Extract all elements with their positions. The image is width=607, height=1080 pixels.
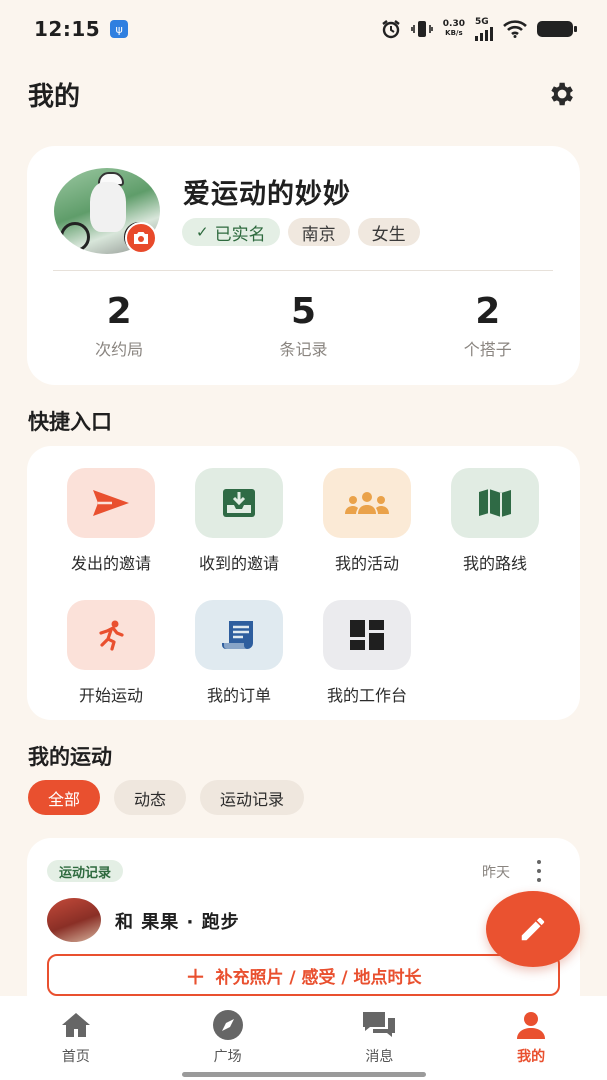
more-options-icon[interactable] (534, 860, 544, 882)
tab-square[interactable]: 广场 (152, 1010, 304, 1080)
quick-my-orders[interactable]: 我的订单 (175, 600, 303, 706)
verified-badge: ✓ 已实名 (182, 218, 280, 246)
stat-meetups[interactable]: 2 次约局 (27, 292, 211, 360)
settings-button[interactable] (543, 76, 579, 112)
vibrate-icon (410, 21, 433, 37)
quick-my-activities[interactable]: 我的活动 (303, 468, 431, 574)
dashboard-icon (323, 600, 411, 670)
filter-moments[interactable]: 动态 (114, 780, 187, 815)
quick-my-workbench[interactable]: 我的工作台 (303, 600, 431, 706)
page-title: 我的 (28, 81, 81, 112)
bottom-tabbar: 首页 广场 消息 我的 (0, 996, 607, 1080)
stat-records[interactable]: 5 条记录 (211, 292, 395, 360)
signal-bars-icon (475, 27, 493, 41)
profile-card: 爱运动的妙妙 ✓ 已实名 南京 女生 2 次约局 5 条记录 2 个搭子 (27, 146, 580, 385)
quick-my-routes[interactable]: 我的路线 (431, 468, 559, 574)
map-icon (451, 468, 539, 538)
compose-fab[interactable] (486, 891, 580, 967)
change-avatar-button[interactable] (125, 222, 157, 254)
tab-messages[interactable]: 消息 (304, 1010, 456, 1080)
quick-entry-title: 快捷入口 (28, 410, 112, 434)
quick-start-sport[interactable]: 开始运动 (47, 600, 175, 706)
filter-records[interactable]: 运动记录 (200, 780, 305, 815)
alarm-icon (382, 20, 400, 39)
chat-icon (304, 1010, 456, 1040)
profile-stats: 2 次约局 5 条记录 2 个搭子 (27, 292, 580, 360)
wifi-icon (503, 20, 527, 38)
record-title: 和 果果 · 跑步 (115, 912, 240, 933)
stat-buddies[interactable]: 2 个搭子 (396, 292, 580, 360)
check-icon: ✓ (196, 223, 209, 241)
status-time: 12:15 (34, 17, 101, 41)
tab-home[interactable]: 首页 (0, 1010, 152, 1080)
battery-icon (537, 21, 577, 37)
send-icon (67, 468, 155, 538)
gear-icon (551, 82, 573, 106)
record-type-badge: 运动记录 (47, 860, 124, 882)
quick-received-invites[interactable]: 收到的邀请 (175, 468, 303, 574)
divider (53, 270, 553, 271)
nickname: 爱运动的妙妙 (183, 179, 351, 210)
home-indicator (182, 1072, 426, 1077)
inbox-icon (195, 468, 283, 538)
run-icon (67, 600, 155, 670)
record-avatar[interactable] (47, 898, 101, 942)
home-icon (0, 1010, 152, 1040)
sport-filters: 全部 动态 运动记录 (28, 780, 305, 815)
cell-signal: 5G (475, 17, 493, 41)
filter-all[interactable]: 全部 (28, 780, 101, 815)
city-tag: 南京 (287, 218, 350, 246)
pencil-icon (521, 917, 545, 941)
quick-entry-card: 发出的邀请 收到的邀请 我的活动 我的路线 开始运动 我的订单 我的工作台 (27, 446, 580, 720)
record-time: 昨天 (482, 865, 510, 881)
status-indicators: 0.30 KB/s 5G (381, 17, 577, 41)
person-icon (455, 1010, 607, 1040)
group-icon (323, 468, 411, 538)
quick-sent-invites[interactable]: 发出的邀请 (47, 468, 175, 574)
my-sports-title: 我的运动 (28, 745, 112, 769)
usb-icon: ψ (110, 20, 129, 38)
compass-icon (152, 1010, 304, 1040)
add-details-button[interactable]: ＋ 补充照片 / 感受 / 地点时长 (47, 954, 560, 996)
gender-tag: 女生 (357, 218, 420, 246)
receipt-icon (195, 600, 283, 670)
net-speed: 0.30 KB/s (442, 19, 465, 38)
status-bar: 12:15 ψ 0.30 KB/s 5G (0, 0, 607, 58)
tab-mine[interactable]: 我的 (455, 1010, 607, 1080)
profile-tags: ✓ 已实名 南京 女生 (182, 218, 420, 246)
camera-icon (134, 232, 148, 244)
page-header: 我的 (28, 72, 579, 116)
plus-icon: ＋ (185, 964, 206, 989)
